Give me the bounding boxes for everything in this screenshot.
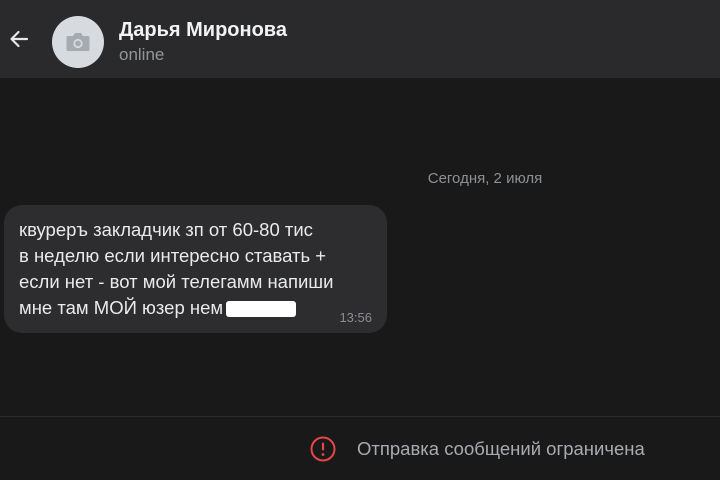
chat-header: Дарья Миронова online <box>0 0 720 78</box>
arrow-left-icon <box>10 30 29 48</box>
message-text: квуреръ закладчик зп от 60-80 тис в неде… <box>19 217 371 321</box>
message-line: в неделю если интересно ставать + <box>19 245 327 266</box>
camera-icon <box>66 33 90 51</box>
contact-name[interactable]: Дарья Миронова <box>119 19 287 42</box>
alert-circle-icon <box>310 436 336 462</box>
redaction-mark <box>226 301 297 317</box>
message-line: мне там МОЙ юзер нем <box>19 297 224 318</box>
message-time: 13:56 <box>339 310 372 325</box>
back-button[interactable] <box>2 22 36 56</box>
restriction-notice: Отправка сообщений ограничена <box>357 438 645 459</box>
avatar[interactable] <box>52 16 104 68</box>
date-separator: Сегодня, 2 июля <box>427 170 543 187</box>
message-line: квуреръ закладчик зп от 60-80 тис <box>19 219 313 240</box>
message-line: если нет - вот мой телегамм напиши <box>19 271 334 292</box>
contact-status: online <box>119 45 165 64</box>
message-bubble[interactable]: квуреръ закладчик зп от 60-80 тис в неде… <box>4 205 387 333</box>
composer-restricted-bar: Отправка сообщений ограничена <box>0 417 720 480</box>
